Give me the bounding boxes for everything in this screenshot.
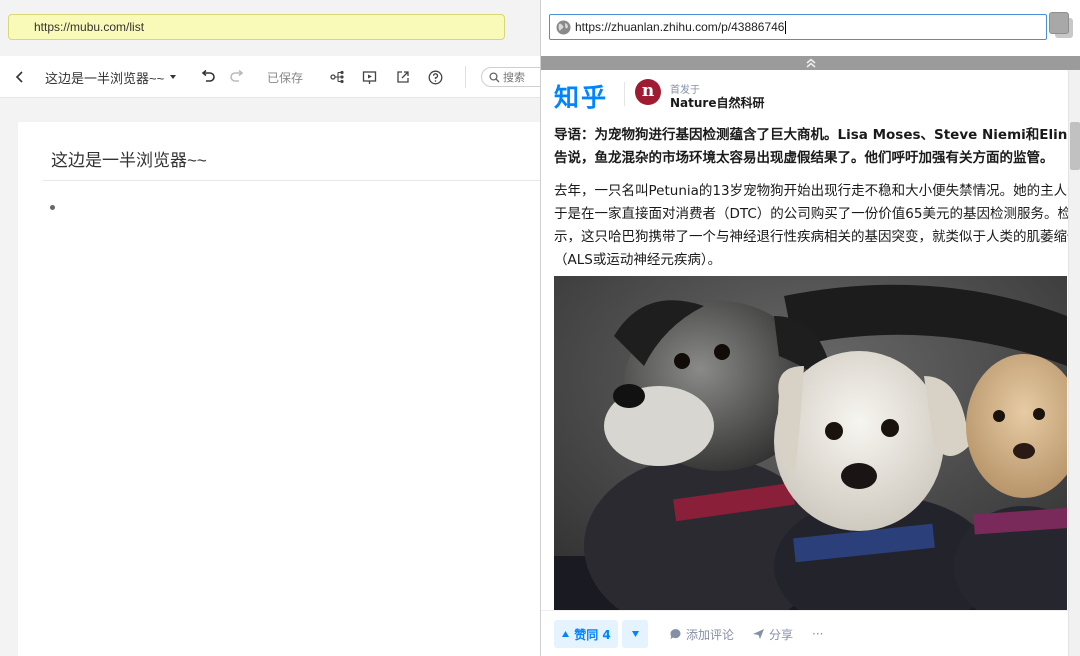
- right-browser-header: https://zhuanlan.zhihu.com/p/43886746: [541, 0, 1080, 56]
- comment-icon: [670, 629, 681, 639]
- column-name[interactable]: Nature自然科研: [670, 94, 764, 111]
- text-caret: [785, 21, 787, 35]
- triangle-down-icon: [631, 631, 639, 637]
- article-body: 导语：为宠物狗进行基因检测蕴含了巨大商机。Lisa Moses、Steve Ni…: [554, 124, 1080, 272]
- screen: https://mubu.com/list 这边是一半浏览器~~ 已保存 搜索 …: [0, 0, 1080, 656]
- undo-icon: [201, 70, 215, 82]
- document-title[interactable]: 这边是一半浏览器~~: [51, 146, 207, 171]
- undo-button[interactable]: [200, 56, 216, 98]
- right-url-text: https://zhuanlan.zhihu.com/p/43886746: [575, 20, 785, 34]
- title-divider: [43, 180, 540, 181]
- export-button[interactable]: [396, 56, 410, 98]
- lead-line: 导语：为宠物狗进行基因检测蕴含了巨大商机。Lisa Moses、Steve Ni…: [554, 127, 1080, 143]
- mindmap-icon: [330, 70, 344, 84]
- help-button[interactable]: [428, 56, 443, 98]
- left-browser-pane: https://mubu.com/list 这边是一半浏览器~~ 已保存 搜索 …: [0, 0, 540, 656]
- saved-label: 已保存: [267, 70, 304, 85]
- dogs-illustration: [554, 276, 1067, 616]
- para-line: 于是在一家直接面对消费者（DTC）的公司购买了一份价值65美元的基因检测服务。检…: [554, 206, 1080, 222]
- upvote-button[interactable]: 赞同 4: [554, 620, 618, 648]
- upvote-label: 赞同 4: [574, 627, 611, 642]
- page-scrollbar[interactable]: [1068, 70, 1080, 656]
- article-paragraph: 去年，一只名叫Petunia的13岁宠物狗开始出现行走不稳和大小便失禁情况。她的…: [554, 180, 1080, 272]
- triangle-up-icon: [562, 631, 570, 637]
- present-button[interactable]: [362, 56, 377, 98]
- zhihu-logo[interactable]: 知乎: [554, 78, 608, 114]
- search-input[interactable]: 搜索: [481, 67, 540, 87]
- editor-toolbar: 这边是一半浏览器~~ 已保存: [0, 56, 540, 98]
- article-photo-dogs: [554, 276, 1067, 616]
- doc-name-dropdown[interactable]: 这边是一半浏览器~~: [45, 56, 178, 98]
- left-url-bar[interactable]: https://mubu.com/list: [8, 14, 505, 40]
- right-browser-pane: https://zhuanlan.zhihu.com/p/43886746 知乎…: [540, 0, 1080, 656]
- doc-name: 这边是一半浏览器~~: [45, 70, 165, 86]
- chevron-left-icon: [15, 71, 23, 83]
- comment-label: 添加评论: [686, 627, 735, 642]
- toolbar-divider: [465, 66, 466, 88]
- tabs-switcher-button[interactable]: [1049, 12, 1073, 38]
- help-icon: [428, 70, 443, 84]
- more-label: ···: [812, 627, 824, 641]
- article-lead: 导语：为宠物狗进行基因检测蕴含了巨大商机。Lisa Moses、Steve Ni…: [554, 124, 1080, 170]
- column-avatar[interactable]: n: [635, 79, 661, 105]
- para-line: 去年，一只名叫Petunia的13岁宠物狗开始出现行走不稳和大小便失禁情况。她的…: [554, 183, 1080, 199]
- caret-down-icon: [170, 75, 177, 79]
- share-label: 分享: [769, 627, 794, 642]
- double-chevron-up-icon: [806, 58, 816, 68]
- search-placeholder: 搜索: [503, 71, 525, 84]
- document-page: 这边是一半浏览器~~: [18, 122, 540, 656]
- mindmap-button[interactable]: [329, 56, 345, 98]
- zhihu-header: 知乎 n 首发于 Nature自然科研: [541, 70, 1069, 118]
- save-status: 已保存: [267, 56, 303, 98]
- export-icon: [397, 71, 409, 83]
- collapse-handle[interactable]: [541, 56, 1080, 70]
- para-line: 示，这只哈巴狗携带了一个与神经退行性疾病相关的基因突变，就类似于人类的肌萎缩侧: [554, 229, 1080, 245]
- presentation-icon: [362, 70, 377, 84]
- more-button[interactable]: ···: [812, 620, 823, 648]
- redo-icon: [230, 70, 244, 82]
- header-divider: [624, 82, 625, 106]
- outline-bullet[interactable]: [50, 205, 55, 210]
- scrollbar-thumb[interactable]: [1070, 122, 1080, 170]
- tabs-icon: [1049, 12, 1069, 34]
- redo-button[interactable]: [229, 56, 245, 98]
- lead-line: 告说，鱼龙混杂的市场环境太容易出现虚假结果了。他们呼吁加强有关方面的监管。: [554, 150, 1054, 166]
- globe-icon: [556, 20, 571, 35]
- back-button[interactable]: [14, 56, 26, 98]
- search-icon: [489, 71, 500, 82]
- share-button[interactable]: 分享: [752, 620, 793, 648]
- share-icon: [753, 629, 764, 639]
- comment-button[interactable]: 添加评论: [669, 620, 734, 648]
- right-url-bar[interactable]: https://zhuanlan.zhihu.com/p/43886746: [549, 14, 1047, 40]
- article-action-bar: 赞同 4 添加评论 分享 ···: [541, 610, 1068, 656]
- downvote-button[interactable]: [622, 620, 648, 648]
- para-line: （ALS或运动神经元疾病）。: [554, 252, 722, 268]
